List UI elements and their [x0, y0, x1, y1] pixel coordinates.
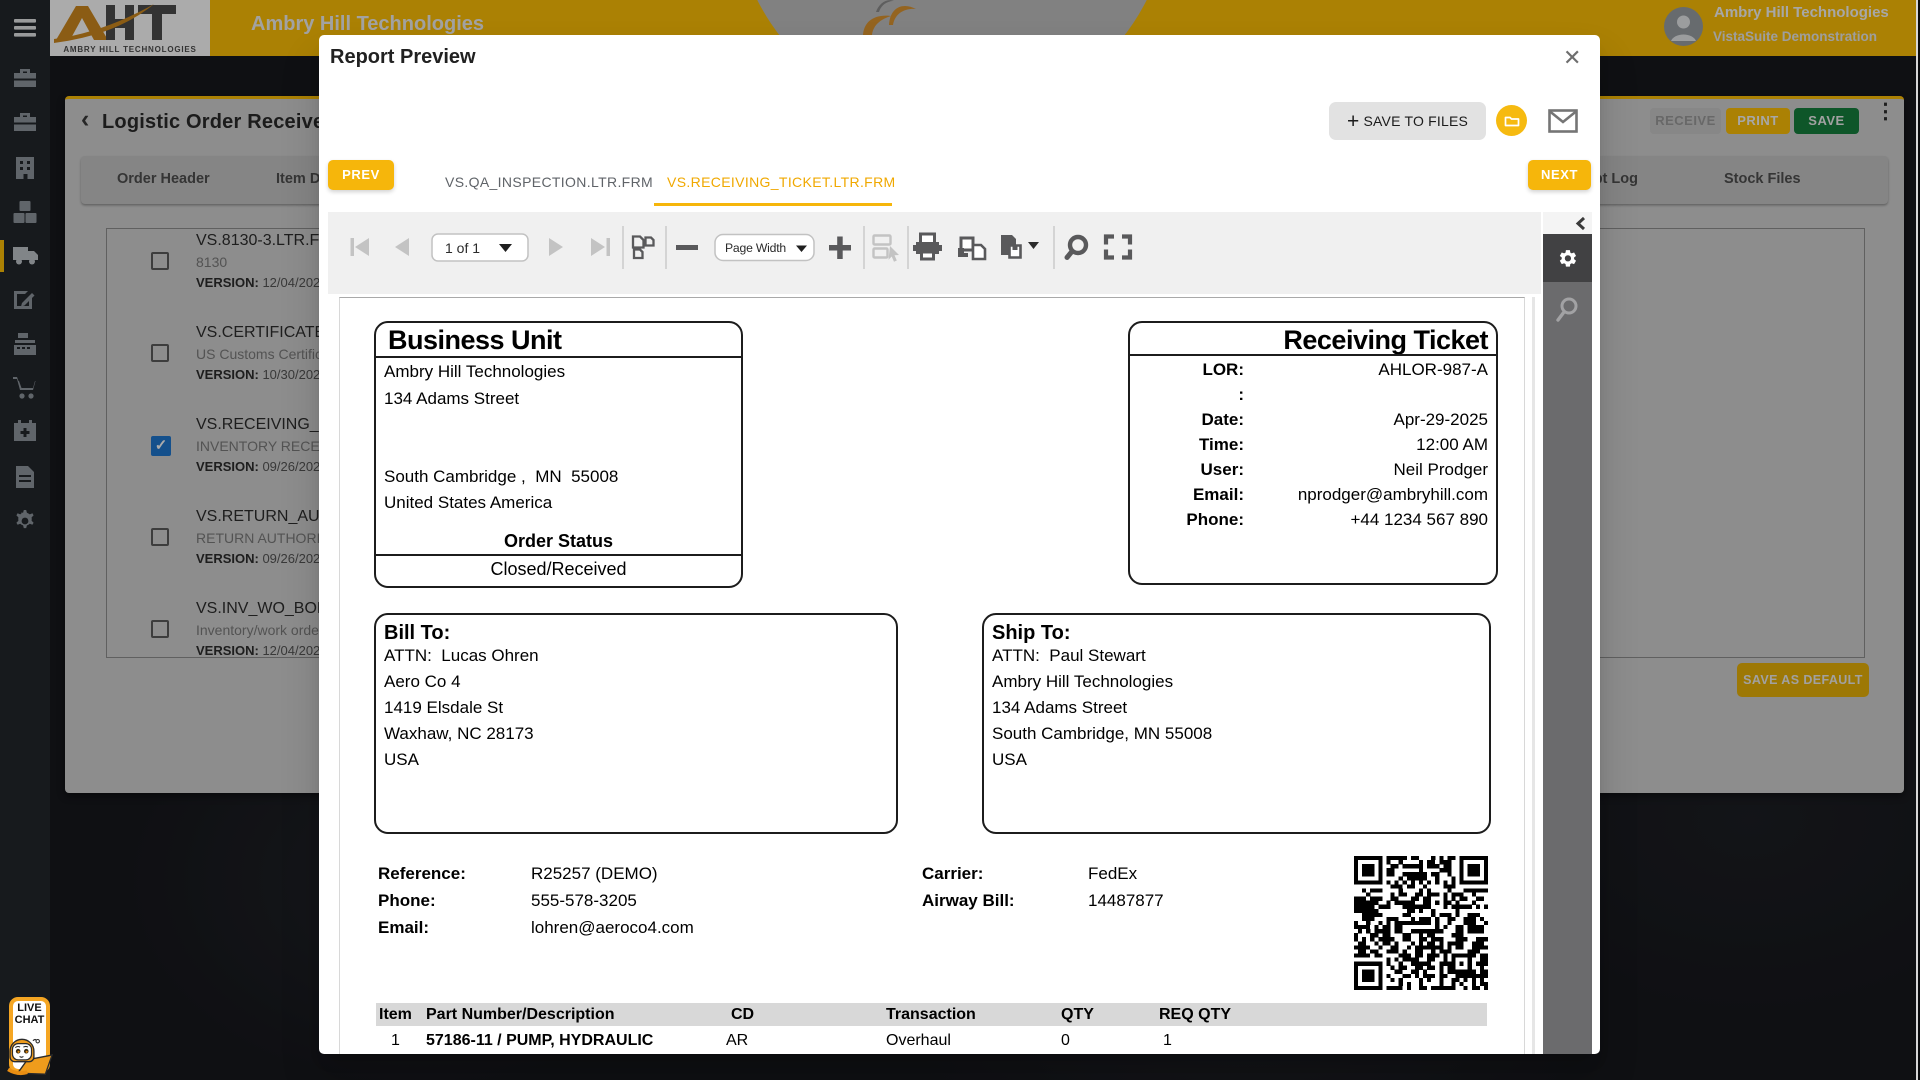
svg-text:1 of 1: 1 of 1	[445, 240, 480, 256]
svg-text:Page Width: Page Width	[725, 241, 786, 255]
